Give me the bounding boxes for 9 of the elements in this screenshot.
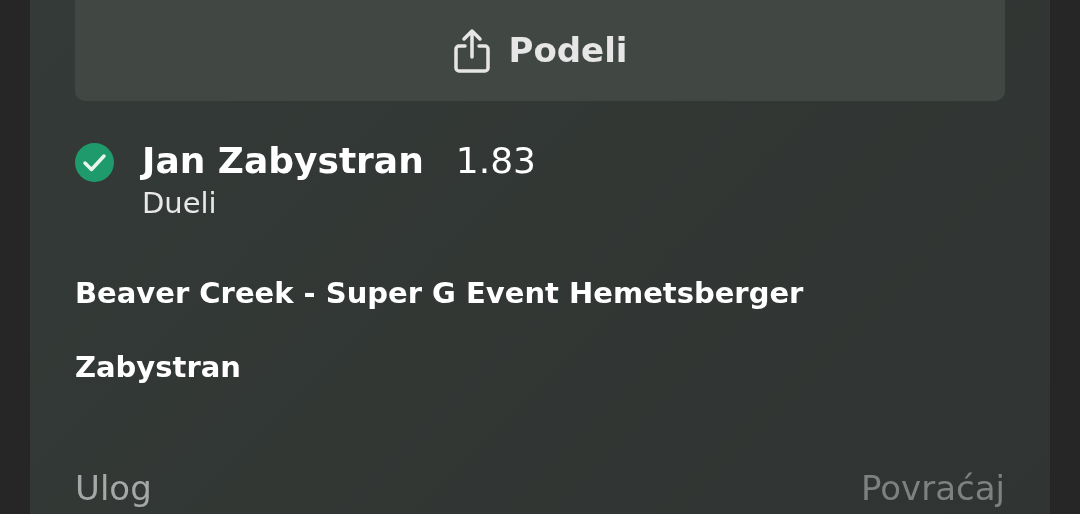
event-text: Beaver Creek - Super G Event Hemetsberger <box>75 275 805 311</box>
return-label: Povraćaj <box>861 467 1005 510</box>
share-icon <box>452 27 491 74</box>
share-button[interactable]: Podeli <box>75 0 1005 101</box>
market-label: Dueli <box>142 185 218 221</box>
odds-value: 1.83 <box>455 139 536 183</box>
selection-name: Jan Zabystran <box>142 139 424 183</box>
stake-label: Ulog <box>75 467 152 510</box>
event-text: Zabystran <box>75 349 242 385</box>
